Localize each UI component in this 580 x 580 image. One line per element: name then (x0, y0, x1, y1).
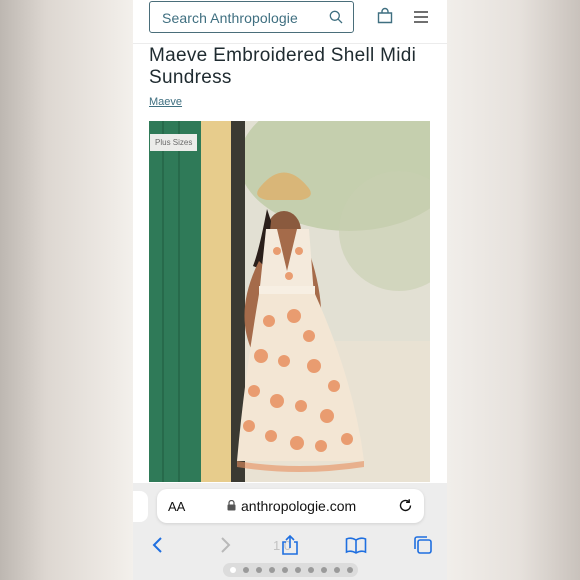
forward-button[interactable] (214, 534, 236, 556)
page-dot-10 (347, 567, 353, 573)
forward-icon (221, 537, 231, 553)
bookmarks-button[interactable] (345, 534, 367, 556)
share-icon (282, 534, 298, 555)
tabs-button[interactable] (412, 534, 434, 556)
shopping-bag-icon[interactable] (376, 7, 394, 25)
plus-sizes-badge: Plus Sizes (150, 134, 198, 151)
page-dot-3 (256, 567, 262, 573)
page-dot-6 (295, 567, 301, 573)
address-bar[interactable]: AA anthropologie.com (157, 489, 424, 523)
page-indicator[interactable] (223, 563, 358, 577)
page-dot-2 (243, 567, 249, 573)
brand-link[interactable]: Maeve (149, 96, 182, 108)
phone-screen: Search Anthropologie Maeve Embroidered S… (133, 0, 447, 580)
page-dot-9 (334, 567, 340, 573)
lock-icon (227, 500, 236, 511)
page-dot-1 (230, 567, 236, 573)
page-dot-7 (308, 567, 314, 573)
url-text: anthropologie.com (241, 498, 357, 514)
page-dot-8 (321, 567, 327, 573)
share-button[interactable] (279, 534, 301, 556)
back-icon (152, 537, 162, 553)
tabs-icon (414, 536, 432, 554)
page-dot-5 (282, 567, 288, 573)
search-icon[interactable] (329, 10, 343, 24)
product-image[interactable]: Plus Sizes (149, 121, 430, 482)
background-right (447, 0, 580, 580)
text-size-button[interactable]: AA (168, 499, 185, 514)
product-photo-illustration (149, 121, 430, 482)
reload-icon[interactable] (398, 498, 413, 513)
product-title: Maeve Embroidered Shell Midi Sundress (149, 45, 417, 88)
previous-tab-peek[interactable] (133, 491, 148, 522)
header-divider (133, 43, 447, 44)
hamburger-menu-icon[interactable] (413, 10, 429, 24)
page-dot-4 (269, 567, 275, 573)
search-input[interactable]: Search Anthropologie (149, 1, 354, 33)
bookmarks-icon (345, 537, 367, 554)
back-button[interactable] (147, 534, 169, 556)
search-placeholder: Search Anthropologie (162, 10, 298, 26)
